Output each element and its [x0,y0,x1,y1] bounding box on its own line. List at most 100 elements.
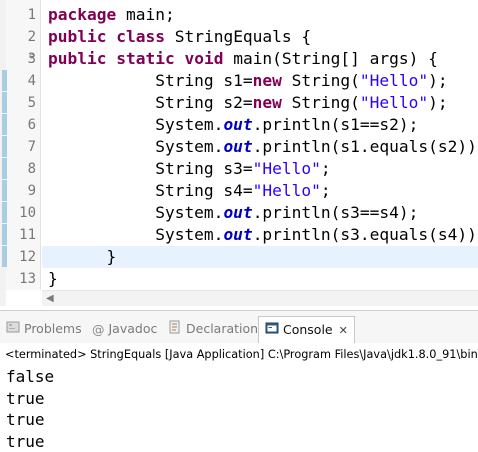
view-tab-bar: Problems @ Javadoc Declaration Console ✕ [0,311,478,343]
code-token: ; [320,159,331,178]
code-token: System. [48,225,224,244]
change-marker [2,114,7,135]
change-marker [2,92,7,113]
console-icon [265,318,279,344]
code-text[interactable]: System.out.println(s1==s2); [42,114,478,136]
code-token: String s3= [48,159,253,178]
line-number: 13 [19,271,36,287]
code-token: main(String[] args) { [223,49,438,68]
line-number: 4 [27,73,36,89]
code-text[interactable]: String s1=new String("Hello"); [42,70,478,92]
change-marker [2,70,7,91]
output-line: true [6,431,45,451]
code-token: void [184,49,224,68]
code-token: "Hello" [252,181,321,200]
code-token: ; [320,181,331,200]
code-line: 6 System.out.println(s1==s2); [0,114,478,136]
tab-declaration[interactable]: Declaration [168,317,258,341]
code-token: StringEquals { [164,27,312,46]
code-token: new [252,93,282,112]
code-text[interactable]: String s2=new String("Hello"); [42,92,478,114]
code-token: "Hello" [359,71,429,90]
code-text[interactable]: public static void main(String[] args) { [42,48,478,70]
tab-label: Declaration [186,321,259,336]
code-token: String s2= [48,93,253,112]
code-token: String( [281,71,360,90]
line-number: 10 [19,205,36,221]
output-line: false [6,367,55,386]
code-token: "Hello" [252,159,321,178]
tab-javadoc[interactable]: @ Javadoc [92,317,157,341]
line-number: 2 [27,29,36,45]
code-token: out [223,115,253,134]
code-token: public [48,49,107,68]
tab-console[interactable]: Console ✕ [258,316,355,343]
code-token: String( [281,93,360,112]
line-number: 12 [19,249,36,265]
code-line: 10 System.out.println(s3==s4); [0,202,478,224]
scroll-left-icon[interactable]: ◀ [46,293,54,304]
code-text[interactable]: } [42,246,478,268]
code-token: out [223,203,253,222]
tab-problems[interactable]: Problems [6,317,82,341]
code-token: ); [428,93,448,112]
change-marker [2,158,7,179]
fold-icon[interactable]: ⊖ [29,52,34,62]
code-token: main; [116,5,175,24]
code-token: .println(s3==s4); [252,203,419,222]
close-icon[interactable]: ✕ [339,324,348,337]
code-text[interactable]: System.out.println(s1.equals(s2)); [42,136,478,158]
code-text[interactable]: } [42,268,478,290]
at-icon: @ [92,321,105,337]
code-line: 8 String s3="Hello"; [0,158,478,180]
code-token: .println(s1.equals(s2)); [252,137,478,156]
code-token: static [116,49,175,68]
code-text[interactable]: String s4="Hello"; [42,180,478,202]
code-token: class [116,27,165,46]
code-token: System. [48,115,224,134]
console-output[interactable]: false true true true [6,366,54,452]
code-line: 1 package main; [0,4,478,26]
code-token: } [48,269,58,288]
horizontal-scrollbar[interactable]: ◀ [42,290,478,306]
code-line: 11 System.out.println(s3.equals(s4)); [0,224,478,246]
code-text[interactable]: String s3="Hello"; [42,158,478,180]
tab-label: Console [283,322,333,337]
code-token: "Hello" [359,93,429,112]
code-text[interactable]: package main; [42,4,478,26]
line-number: 1 [27,7,36,23]
code-text[interactable]: public class StringEquals { [42,26,478,48]
line-number: 6 [27,117,36,133]
console-status: <terminated> StringEquals [Java Applicat… [5,348,478,361]
code-token: out [223,137,253,156]
code-line: 3 ⊖ public static void main(String[] args)… [0,48,478,70]
code-token: String s1= [48,71,253,90]
code-token: String s4= [48,181,253,200]
line-number: 11 [19,227,36,243]
code-text[interactable]: System.out.println(s3==s4); [42,202,478,224]
line-number: 8 [27,161,36,177]
code-line: 9 String s4="Hello"; [0,180,478,202]
code-line: 5 String s2=new String("Hello"); [0,92,478,114]
code-token: .println(s3.equals(s4)); [252,225,478,244]
change-marker [2,246,7,267]
code-token: } [48,247,117,266]
code-line: 4 String s1=new String("Hello"); [0,70,478,92]
code-token: System. [48,203,224,222]
output-line: true [6,388,45,408]
code-token: new [252,71,282,90]
code-editor[interactable]: 1 package main; 2 public class StringEquals… [0,0,478,306]
code-token: ); [428,71,448,90]
code-token: out [223,225,253,244]
change-marker [2,202,7,223]
tab-label: Javadoc [108,321,158,336]
code-line: 7 System.out.println(s1.equals(s2)); [0,136,478,158]
change-marker [2,224,7,245]
code-token: .println(s1==s2); [252,115,419,134]
code-text[interactable]: System.out.println(s3.equals(s4)); [42,224,478,246]
code-line: 13} [0,268,478,290]
code-line: 2 public class StringEquals { [0,26,478,48]
